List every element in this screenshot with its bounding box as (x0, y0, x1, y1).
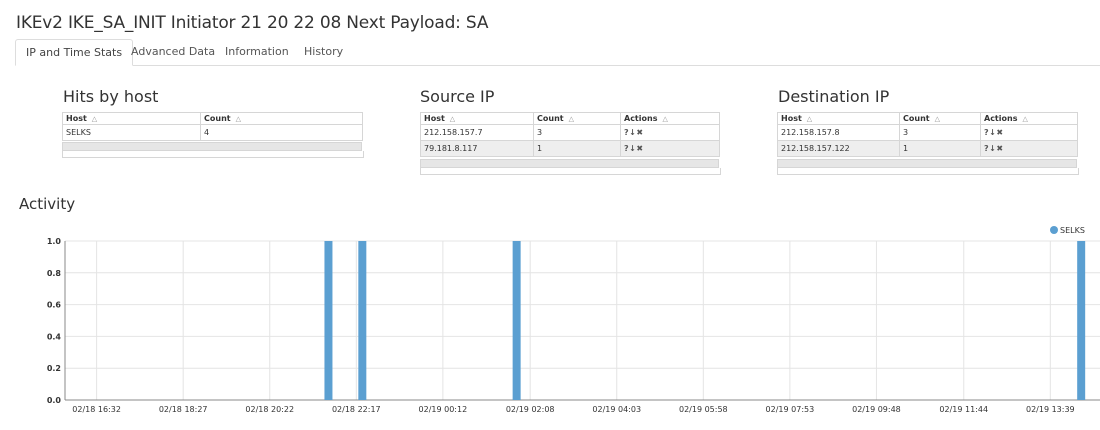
column-header-host[interactable]: Host △ (420, 112, 534, 125)
x-tick-label: 02/19 11:44 (939, 405, 988, 414)
column-header-count[interactable]: Count △ (200, 112, 363, 125)
close-icon[interactable]: ✖ (996, 128, 1003, 137)
actions-cell: ?↓✖ (620, 124, 720, 141)
y-tick-label: 0.4 (47, 332, 62, 341)
hits-by-host-title: Hits by host (63, 87, 159, 106)
sort-icon: △ (449, 115, 456, 123)
column-header-actions[interactable]: Actions △ (980, 112, 1078, 125)
x-tick-label: 02/18 22:17 (332, 405, 381, 414)
table-footer (777, 168, 1079, 175)
table-row: 212.158.157.122 1 ?↓✖ (777, 140, 1078, 157)
x-tick-label: 02/19 07:53 (766, 405, 815, 414)
y-tick-label: 0.0 (47, 396, 62, 405)
table-header-row: Host △ Count △ Actions △ (777, 112, 1078, 125)
activity-title: Activity (19, 195, 76, 213)
x-tick-label: 02/19 04:03 (592, 405, 641, 414)
table-footer (62, 151, 364, 158)
count-cell: 1 (533, 140, 621, 157)
chart-bar (1077, 241, 1086, 400)
horizontal-scrollbar[interactable] (62, 142, 362, 151)
column-header-host[interactable]: Host △ (62, 112, 201, 125)
actions-cell: ?↓✖ (980, 140, 1078, 157)
table-row: 212.158.157.7 3 ?↓✖ (420, 124, 720, 141)
horizontal-scrollbar[interactable] (777, 159, 1077, 168)
x-tick-label: 02/19 05:58 (679, 405, 728, 414)
legend-label: SELKS (1060, 226, 1085, 235)
source-ip-title: Source IP (420, 87, 495, 106)
x-tick-label: 02/19 02:08 (506, 405, 555, 414)
column-header-actions[interactable]: Actions △ (620, 112, 720, 125)
tab-advanced-data[interactable]: Advanced Data (121, 39, 225, 64)
legend-marker (1050, 226, 1058, 234)
tab-ip-and-time-stats[interactable]: IP and Time Stats (15, 39, 134, 66)
hits-by-host-table: Host △ Count △ SELKS 4 (62, 112, 363, 141)
column-header-host[interactable]: Host △ (777, 112, 900, 125)
close-icon[interactable]: ✖ (996, 144, 1003, 153)
column-header-count[interactable]: Count △ (899, 112, 981, 125)
y-tick-label: 0.2 (47, 364, 61, 373)
y-tick-label: 0.6 (47, 301, 62, 310)
table-header-row: Host △ Count △ Actions △ (420, 112, 720, 125)
destination-ip-title: Destination IP (778, 87, 890, 106)
table-row: 212.158.157.8 3 ?↓✖ (777, 124, 1078, 141)
close-icon[interactable]: ✖ (636, 128, 643, 137)
table-row: 79.181.8.117 1 ?↓✖ (420, 140, 720, 157)
host-cell: 212.158.157.7 (420, 124, 534, 141)
actions-cell: ?↓✖ (620, 140, 720, 157)
count-cell: 4 (200, 124, 363, 141)
x-tick-label: 02/19 00:12 (419, 405, 468, 414)
tab-history[interactable]: History (294, 39, 353, 64)
horizontal-scrollbar[interactable] (420, 159, 719, 168)
page-title: IKEv2 IKE_SA_INIT Initiator 21 20 22 08 … (16, 13, 489, 33)
table-row: SELKS 4 (62, 124, 363, 141)
chart-bar (512, 241, 521, 400)
sort-icon: △ (235, 115, 241, 123)
sort-icon: △ (91, 115, 98, 123)
x-tick-label: 02/18 18:27 (159, 405, 208, 414)
table-header-row: Host △ Count △ (62, 112, 363, 125)
table-footer (420, 168, 721, 175)
x-tick-label: 02/19 09:48 (852, 405, 901, 414)
count-cell: 1 (899, 140, 981, 157)
actions-cell: ?↓✖ (980, 124, 1078, 141)
y-tick-label: 1.0 (47, 237, 62, 246)
x-tick-label: 02/18 20:22 (245, 405, 294, 414)
sort-icon: △ (662, 115, 668, 123)
y-tick-label: 0.8 (47, 269, 62, 278)
sort-icon: △ (1022, 115, 1028, 123)
activity-chart: 0.0 0.2 0.4 0.6 0.8 1.0 02/18 16:32 02/18 18:27… (47, 226, 1100, 414)
tab-bar: IP and Time Stats Advanced Data Informat… (15, 39, 1100, 66)
tab-information[interactable]: Information (215, 39, 299, 64)
host-cell: 212.158.157.8 (777, 124, 900, 141)
host-cell: 79.181.8.117 (420, 140, 534, 157)
sort-icon: △ (934, 115, 940, 123)
x-tick-label: 02/18 16:32 (72, 405, 121, 414)
host-cell: 212.158.157.122 (777, 140, 900, 157)
count-cell: 3 (533, 124, 621, 141)
x-tick-label: 02/19 13:39 (1026, 405, 1075, 414)
column-header-count[interactable]: Count △ (533, 112, 621, 125)
chart-bar (324, 241, 333, 400)
sort-icon: △ (806, 115, 813, 123)
sort-icon: △ (568, 115, 574, 123)
chart-bar (358, 241, 367, 400)
count-cell: 3 (899, 124, 981, 141)
source-ip-table: Host △ Count △ Actions △ 212.158.157.7 3 ?↓… (420, 112, 720, 157)
close-icon[interactable]: ✖ (636, 144, 643, 153)
destination-ip-table: Host △ Count △ Actions △ 212.158.157.8 3 ?↓… (777, 112, 1078, 157)
host-cell: SELKS (62, 124, 201, 141)
